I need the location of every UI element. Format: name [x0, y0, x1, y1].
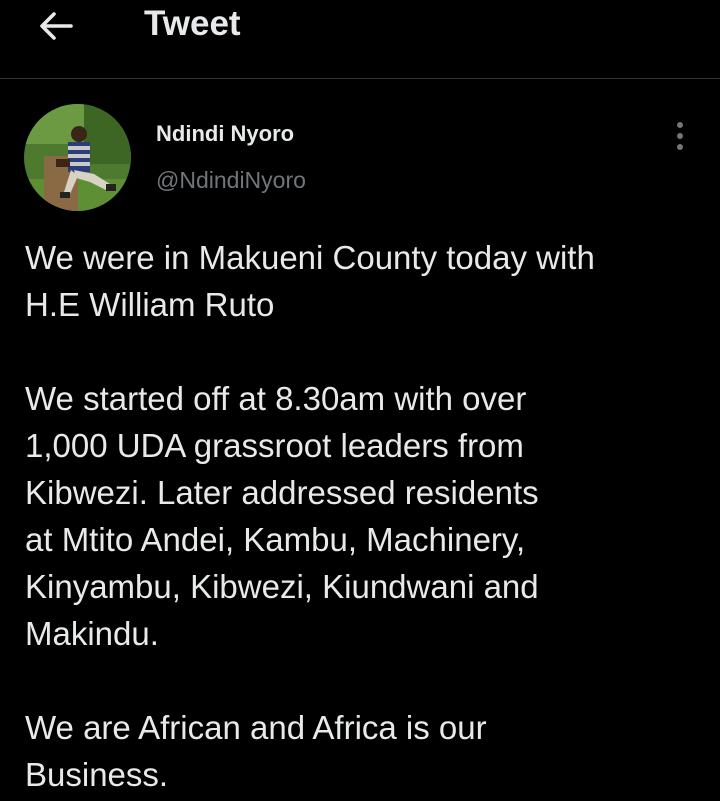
more-vertical-icon	[677, 122, 683, 150]
tweet-paragraph: We were in Makueni County today with H.E…	[25, 239, 595, 323]
avatar[interactable]	[24, 104, 131, 211]
tweet-text: We were in Makueni County today with H.E…	[25, 234, 705, 798]
page-title: Tweet	[144, 4, 241, 43]
arrow-left-icon	[40, 12, 73, 40]
author-name[interactable]: Ndindi Nyoro	[156, 119, 294, 149]
tweet-paragraph: We are African and Africa is our Busines…	[25, 709, 487, 793]
back-button[interactable]	[34, 6, 78, 46]
tweet-header: Tweet	[0, 0, 720, 79]
author-handle[interactable]: @NdindiNyoro	[156, 165, 306, 195]
avatar-photo	[24, 104, 131, 211]
tweet-paragraph: We started off at 8.30am with over 1,000…	[25, 380, 539, 652]
more-options-button[interactable]	[662, 118, 698, 154]
